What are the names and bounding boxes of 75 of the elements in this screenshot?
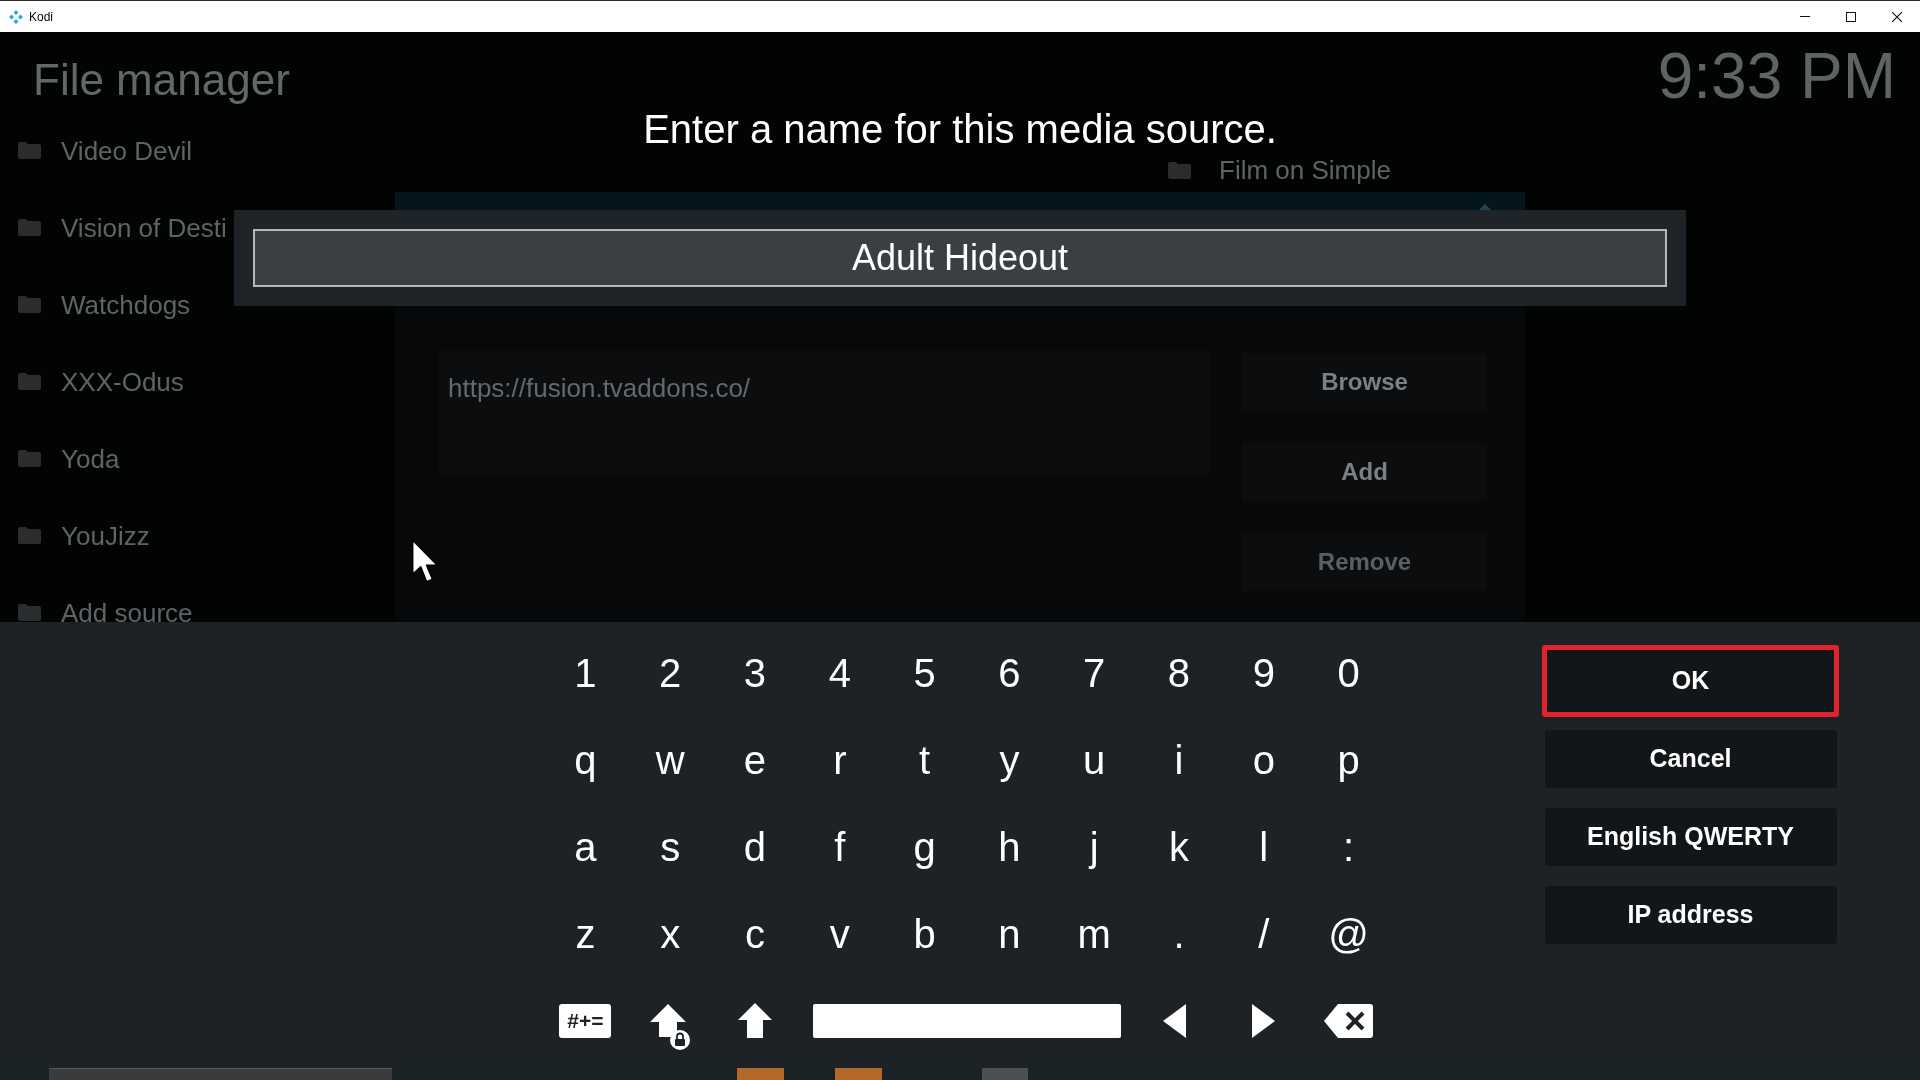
left-arrow-icon[interactable] [1163, 1003, 1187, 1038]
keyboard-key[interactable]: 6 [997, 652, 1022, 693]
keyboard-key[interactable]: a [573, 826, 598, 867]
close-icon[interactable] [1892, 11, 1902, 22]
keyboard-key[interactable]: 7 [1082, 652, 1107, 693]
folder-icon [18, 142, 41, 159]
page-title: File manager [33, 58, 290, 102]
keyboard-key[interactable]: p [1336, 739, 1361, 780]
right-arrow-icon[interactable] [1252, 1003, 1276, 1038]
keyboard-key[interactable]: b [912, 913, 937, 954]
keyboard-key[interactable]: @ [1327, 913, 1370, 954]
window-title: Kodi [29, 8, 54, 26]
keyboard-key[interactable]: u [1082, 739, 1107, 780]
symbols-key[interactable]: #+= [559, 1003, 612, 1038]
keyboard-key[interactable]: 3 [742, 652, 768, 693]
folder-icon [18, 219, 41, 236]
keyboard-key[interactable]: . [1172, 913, 1186, 954]
keyboard-key[interactable]: s [659, 826, 682, 867]
keyboard-key[interactable]: 1 [573, 652, 598, 693]
keyboard-key[interactable]: m [1076, 913, 1112, 954]
caps-lock-icon[interactable] [650, 1003, 691, 1050]
folder-icon [18, 296, 41, 313]
keyboard-key[interactable]: h [997, 826, 1022, 867]
name-input-field[interactable]: Adult Hideout [253, 229, 1667, 287]
keyboard-key[interactable]: l [1258, 826, 1270, 867]
keyboard-key[interactable]: 2 [658, 652, 683, 693]
action-button[interactable]: Cancel [1544, 730, 1837, 788]
app-tile-icon[interactable] [737, 1068, 784, 1080]
keyboard-key[interactable]: x [659, 913, 682, 954]
keyboard-key[interactable]: / [1257, 913, 1271, 954]
mouse-pointer-icon [411, 539, 440, 584]
dialog-button[interactable]: Browse [1242, 353, 1487, 411]
kodi-logo-icon [9, 9, 23, 24]
keyboard-key[interactable]: o [1251, 739, 1276, 780]
keyboard-key[interactable]: i [1173, 739, 1185, 780]
clock: 9:33 PM [1657, 44, 1896, 108]
path-field[interactable]: https://fusion.tvaddons.co/ [439, 351, 1210, 475]
maximize-icon[interactable] [1846, 11, 1856, 22]
keyboard-key[interactable]: y [998, 739, 1021, 780]
action-button[interactable]: English QWERTY [1544, 808, 1837, 866]
folder-icon [18, 450, 41, 467]
keyboard-key[interactable]: j [1088, 826, 1100, 867]
action-button[interactable]: IP address [1544, 886, 1837, 944]
folder-icon [18, 527, 41, 544]
keyboard-key[interactable]: e [742, 739, 768, 780]
backspace-icon[interactable] [1324, 1003, 1374, 1038]
dialog-heading: Enter a name for this media source. [643, 109, 1277, 149]
keyboard-key[interactable]: 9 [1251, 652, 1276, 693]
keyboard-key[interactable]: 5 [912, 652, 937, 693]
keyboard-key[interactable]: w [654, 739, 686, 780]
keyboard-key[interactable]: 0 [1336, 652, 1361, 693]
keyboard-key[interactable]: d [742, 826, 768, 867]
keyboard-key[interactable]: c [744, 913, 766, 954]
keyboard-key[interactable]: z [574, 913, 597, 954]
keyboard-key[interactable]: 8 [1166, 652, 1192, 693]
keyboard-key[interactable]: v [828, 913, 851, 954]
keyboard-key[interactable]: : [1342, 826, 1356, 867]
space-bar[interactable] [813, 1003, 1121, 1038]
keyboard-key[interactable]: q [573, 739, 598, 780]
keyboard-key[interactable]: t [918, 739, 932, 780]
keyboard-key[interactable]: r [832, 739, 848, 780]
folder-icon [18, 604, 41, 621]
dialog-button[interactable]: Add [1242, 443, 1487, 501]
app-tile-icon[interactable] [835, 1068, 882, 1080]
keyboard-key[interactable]: n [997, 913, 1022, 954]
folder-icon [18, 373, 41, 390]
keyboard-key[interactable]: k [1168, 826, 1190, 867]
keyboard-key[interactable]: f [833, 826, 847, 867]
app-tile-icon[interactable] [982, 1068, 1028, 1080]
keyboard-key[interactable]: g [912, 826, 937, 867]
search-field[interactable] [49, 1068, 392, 1080]
folder-icon [1168, 161, 1191, 179]
action-button[interactable]: OK [1542, 645, 1839, 717]
keyboard-key[interactable]: 4 [827, 652, 852, 693]
shift-icon[interactable] [738, 1003, 772, 1038]
